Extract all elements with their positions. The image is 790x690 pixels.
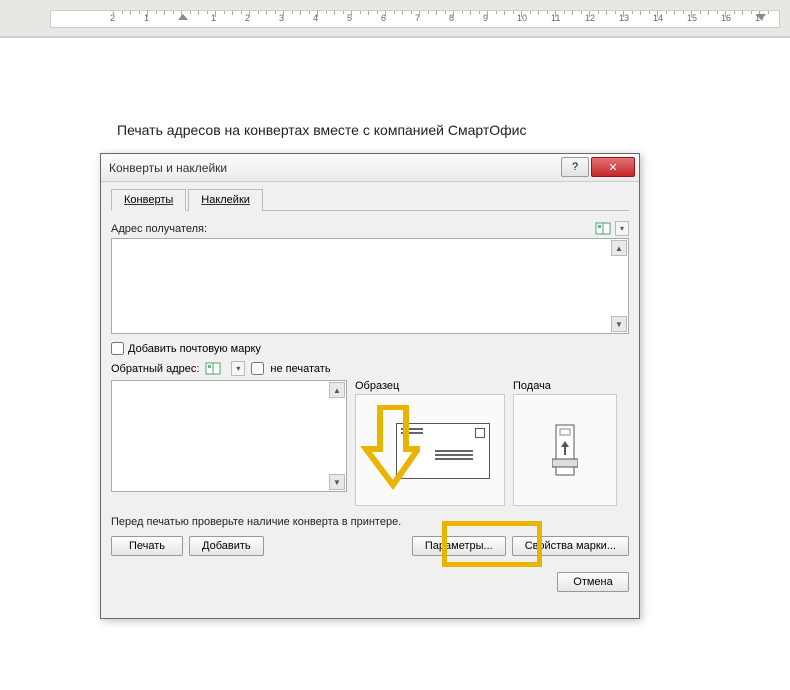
return-scroll-down-button[interactable]: ▼ [329,474,345,490]
close-button[interactable]: ✕ [591,157,635,177]
ruler-area: 211234567891011121314151617 [0,0,790,38]
help-button[interactable]: ? [561,157,589,177]
recipient-address-label: Адрес получателя: [111,223,207,235]
add-stamp-label: Добавить почтовую марку [128,343,261,355]
preview-label: Образец [355,380,505,392]
envelopes-labels-dialog: Конверты и наклейки ? ✕ Конверты Наклейк… [100,153,640,619]
cancel-button[interactable]: Отмена [557,572,629,592]
return-address-input[interactable] [112,381,328,491]
horizontal-ruler[interactable]: 211234567891011121314151617 [50,10,780,28]
tab-envelopes[interactable]: Конверты [111,189,186,211]
tab-labels[interactable]: Наклейки [188,189,263,211]
address-book-dropdown[interactable]: ▾ [615,221,629,236]
print-button[interactable]: Печать [111,536,183,556]
recipient-address-input[interactable] [112,239,610,333]
tab-labels-label: Наклейки [201,194,250,206]
add-stamp-checkbox[interactable] [111,342,124,355]
envelope-icon [396,423,490,479]
tab-strip: Конверты Наклейки [111,188,629,211]
options-button[interactable]: Параметры... [412,536,506,556]
ruler-separator [0,36,790,38]
no-print-label: не печатать [270,363,330,375]
dialog-titlebar[interactable]: Конверты и наклейки ? ✕ [101,154,639,182]
return-address-book-dropdown[interactable]: ▾ [231,361,245,376]
dialog-title: Конверты и наклейки [109,161,227,175]
printer-hint-text: Перед печатью проверьте наличие конверта… [111,516,629,528]
no-print-checkbox[interactable] [251,362,264,375]
scroll-up-button[interactable]: ▲ [611,240,627,256]
feed-label: Подача [513,380,617,392]
feed-preview[interactable] [513,394,617,506]
envelope-preview[interactable] [355,394,505,506]
return-address-label: Обратный адрес: [111,363,199,375]
indent-marker-right[interactable] [756,14,766,20]
printer-feed-icon [552,423,578,479]
return-scroll-up-button[interactable]: ▲ [329,382,345,398]
return-address-field-wrap: ▲ ▼ [111,380,347,492]
add-button[interactable]: Добавить [189,536,264,556]
recipient-address-field-wrap: ▲ ▼ [111,238,629,334]
indent-marker-left[interactable] [178,14,188,20]
stamp-properties-button[interactable]: Свойства марки... [512,536,629,556]
tab-envelopes-label: Конверты [124,194,173,206]
return-address-book-icon[interactable] [205,362,221,375]
action-button-row: Печать Добавить Параметры... Свойства ма… [111,536,629,556]
scroll-down-button[interactable]: ▼ [611,316,627,332]
address-book-icon[interactable] [595,222,611,235]
document-body-text: Печать адресов на конвертах вместе с ком… [117,122,527,138]
